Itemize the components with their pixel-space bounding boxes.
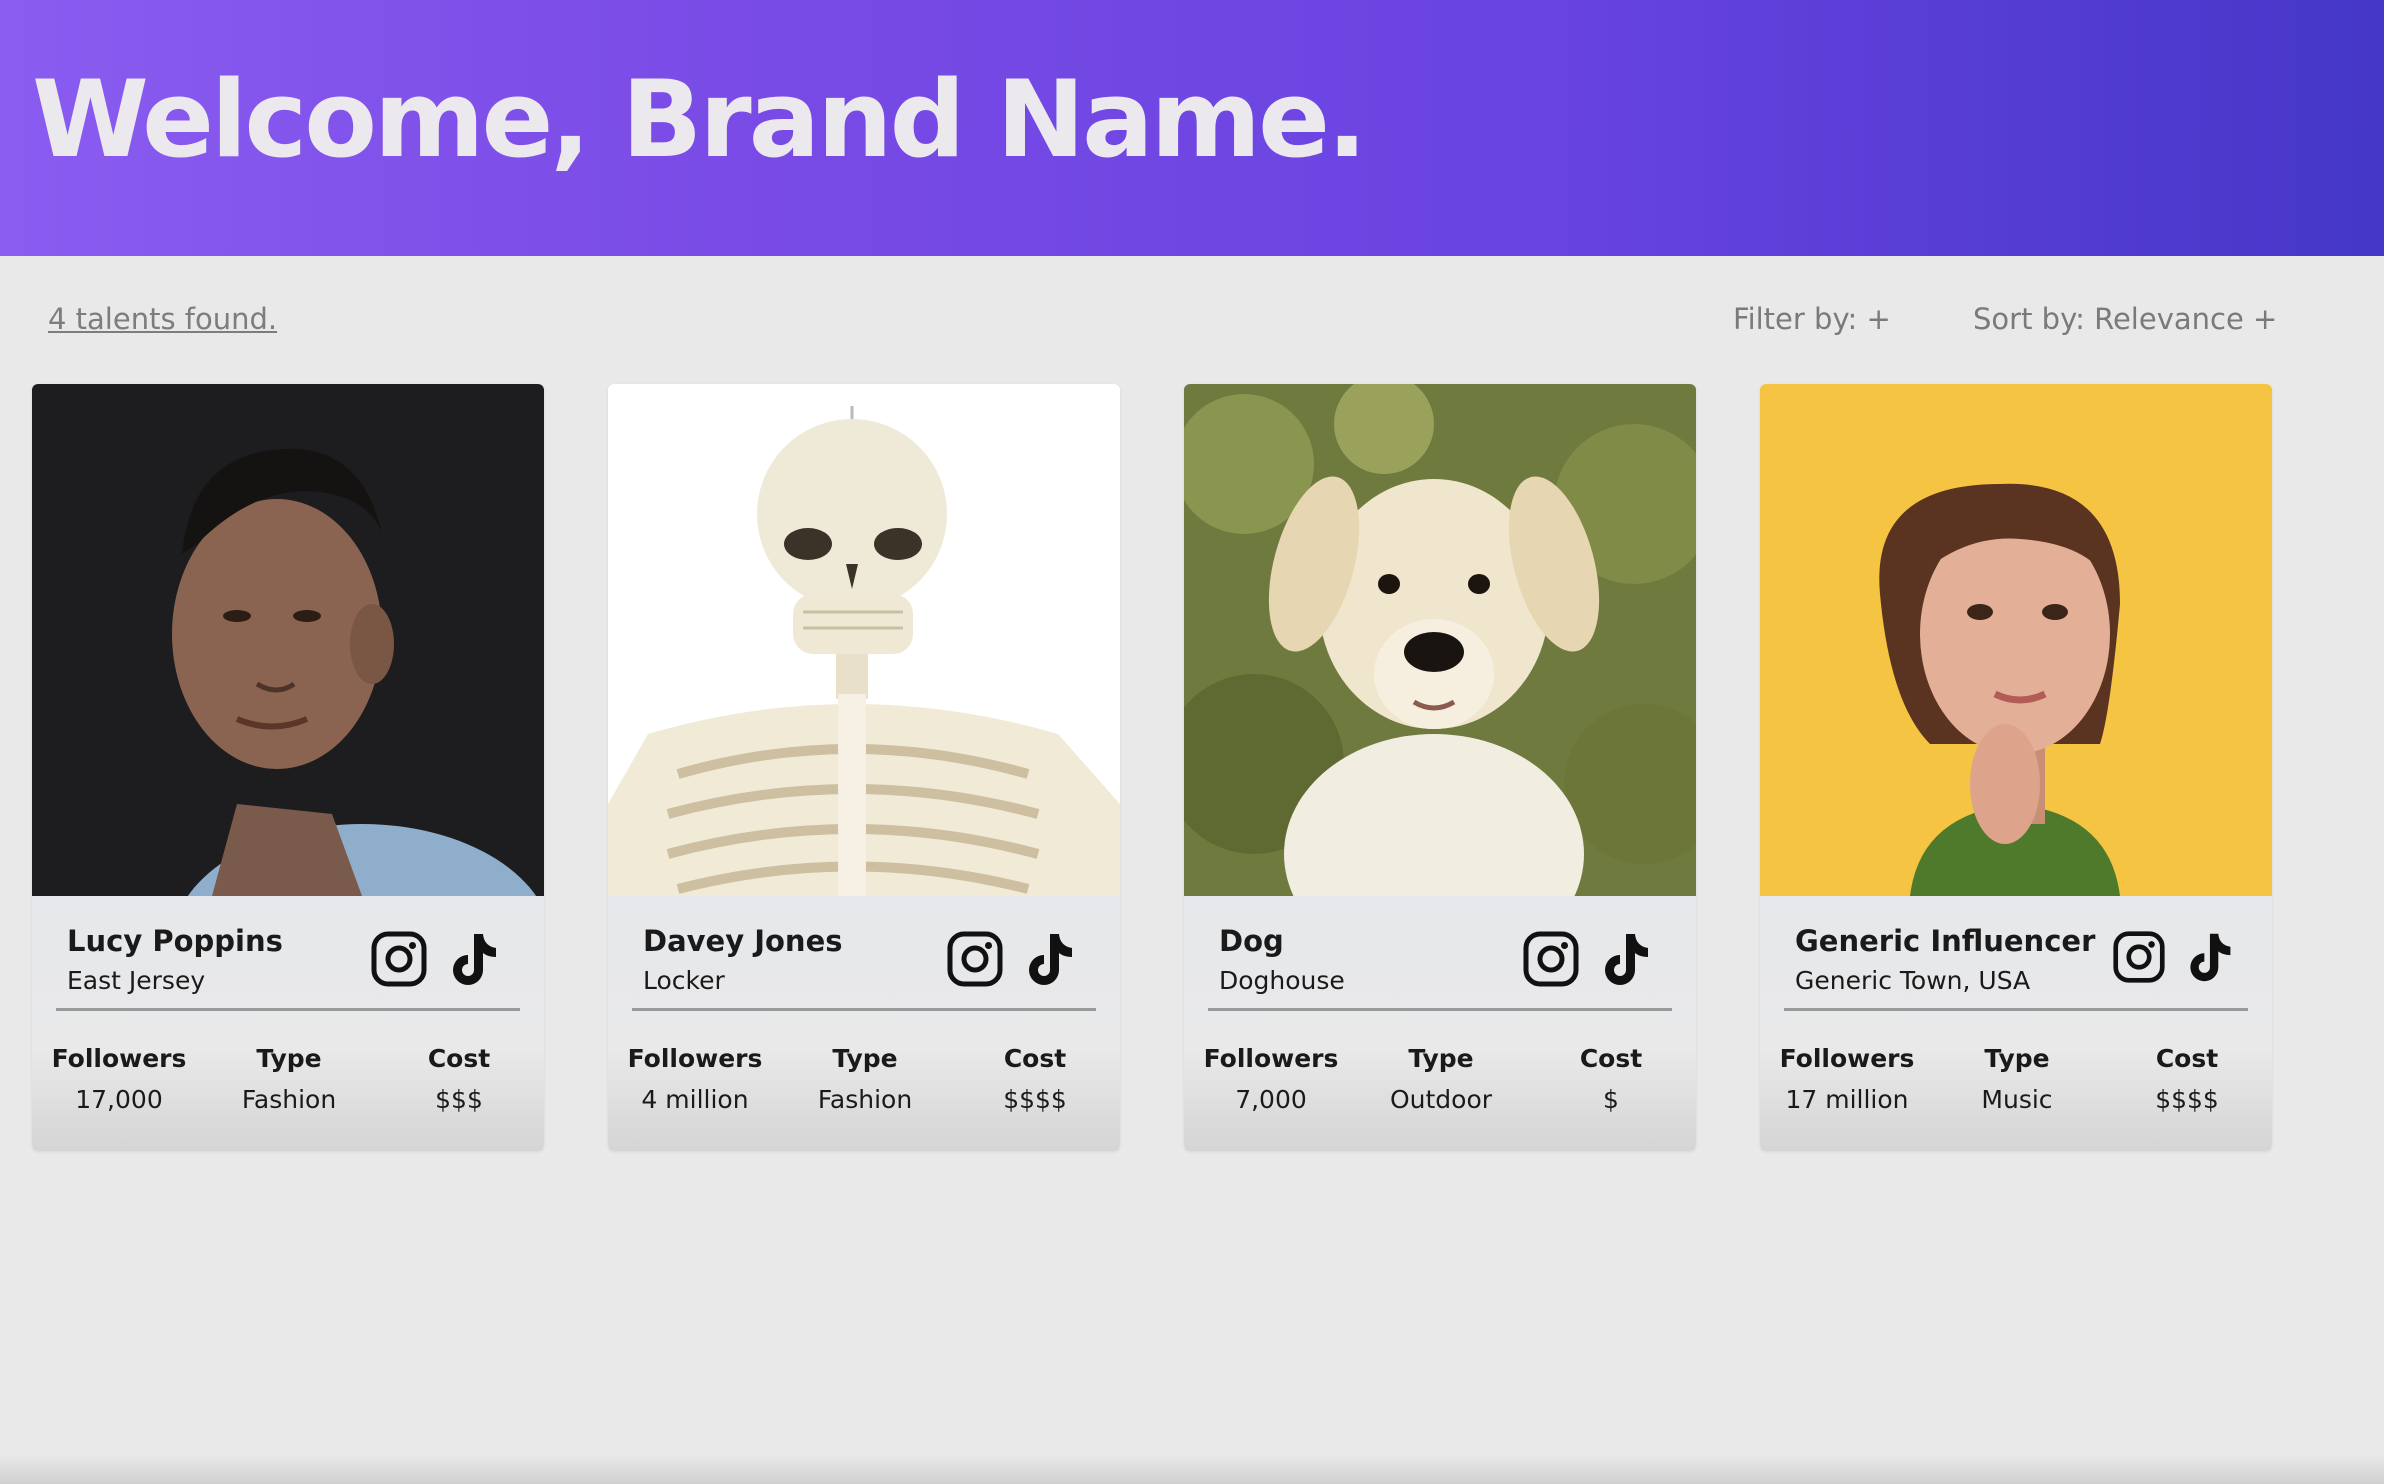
results-toolbar: 4 talents found. Filter by: + Sort by: R… [0, 298, 2384, 342]
stat-value: Fashion [817, 1085, 913, 1114]
talent-name: Dog [1219, 924, 1284, 958]
stat-value: $$$ [435, 1085, 483, 1114]
talent-card[interactable]: Dog Doghouse Followers 7,000 Type Outdoo… [1184, 384, 1696, 1151]
tiktok-icon[interactable] [1020, 930, 1078, 988]
social-links [370, 930, 502, 988]
stat-value: Fashion [241, 1085, 337, 1114]
talent-location: East Jersey [67, 966, 206, 995]
stat-label: Type [1984, 1044, 2050, 1073]
stat-value: 4 million [641, 1085, 749, 1114]
talent-location: Doghouse [1219, 966, 1345, 995]
stat-label: Followers [627, 1044, 763, 1073]
stat-cost: Cost $$$$ [2102, 1044, 2272, 1114]
instagram-icon[interactable] [2112, 930, 2166, 984]
stat-value: 17,000 [75, 1085, 163, 1114]
window-bottom-edge [0, 1454, 2384, 1484]
stat-label: Cost [1579, 1044, 1643, 1073]
stat-label: Type [1408, 1044, 1474, 1073]
stat-value: $$$$ [1003, 1085, 1067, 1114]
stat-value: Outdoor [1389, 1085, 1493, 1114]
stat-followers: Followers 17,000 [34, 1044, 204, 1114]
stat-label: Type [256, 1044, 322, 1073]
divider [56, 1008, 520, 1011]
stat-label: Cost [1003, 1044, 1067, 1073]
stat-type: Type Fashion [780, 1044, 950, 1114]
stat-cost: Cost $$$ [374, 1044, 544, 1114]
tiktok-icon[interactable] [444, 930, 502, 988]
talent-photo [1184, 384, 1696, 896]
divider [632, 1008, 1096, 1011]
talent-info-panel: Generic Influencer Generic Town, USA Fol… [1760, 896, 2272, 1151]
stat-followers: Followers 4 million [610, 1044, 780, 1114]
welcome-title: Welcome, Brand Name. [32, 58, 1367, 181]
instagram-icon[interactable] [946, 930, 1004, 988]
social-links [2112, 930, 2236, 984]
talent-info-panel: Lucy Poppins East Jersey Followers 17,00… [32, 896, 544, 1151]
divider [1208, 1008, 1672, 1011]
stat-followers: Followers 17 million [1762, 1044, 1932, 1114]
stat-cost: Cost $$$$ [950, 1044, 1120, 1114]
divider [1784, 1008, 2248, 1011]
stat-value: 7,000 [1235, 1085, 1307, 1114]
instagram-icon[interactable] [370, 930, 428, 988]
talent-photo [32, 384, 544, 896]
stat-value: $$$$ [2155, 1085, 2219, 1114]
stat-label: Followers [51, 1044, 187, 1073]
stat-value: $ [1603, 1085, 1619, 1114]
page-header: Welcome, Brand Name. [0, 0, 2384, 256]
social-links [1522, 930, 1654, 988]
talent-photo [608, 384, 1120, 896]
talent-name: Davey Jones [643, 924, 843, 958]
stat-followers: Followers 7,000 [1186, 1044, 1356, 1114]
sort-button[interactable]: Sort by: Relevance + [1973, 302, 2277, 336]
stat-type: Type Fashion [204, 1044, 374, 1114]
talent-name: Lucy Poppins [67, 924, 283, 958]
stat-type: Type Outdoor [1356, 1044, 1526, 1114]
stat-value: 17 million [1785, 1085, 1909, 1114]
talent-location: Locker [643, 966, 725, 995]
talent-card[interactable]: Lucy Poppins East Jersey Followers 17,00… [32, 384, 544, 1151]
tiktok-icon[interactable] [1596, 930, 1654, 988]
stat-label: Followers [1203, 1044, 1339, 1073]
social-links [946, 930, 1078, 988]
talent-info-panel: Davey Jones Locker Followers 4 million T… [608, 896, 1120, 1151]
stat-label: Type [832, 1044, 898, 1073]
stat-value: Music [1981, 1085, 2053, 1114]
results-count-link[interactable]: 4 talents found. [48, 302, 277, 336]
filter-button[interactable]: Filter by: + [1733, 302, 1891, 336]
talent-card[interactable]: Generic Influencer Generic Town, USA Fol… [1760, 384, 2272, 1151]
stat-label: Cost [2155, 1044, 2219, 1073]
stat-label: Cost [427, 1044, 491, 1073]
stat-cost: Cost $ [1526, 1044, 1696, 1114]
talent-photo [1760, 384, 2272, 896]
talent-location: Generic Town, USA [1795, 966, 2031, 995]
tiktok-icon[interactable] [2182, 930, 2236, 984]
talent-card[interactable]: Davey Jones Locker Followers 4 million T… [608, 384, 1120, 1151]
stat-label: Followers [1779, 1044, 1915, 1073]
stat-type: Type Music [1932, 1044, 2102, 1114]
instagram-icon[interactable] [1522, 930, 1580, 988]
talent-name: Generic Influencer [1795, 924, 2096, 958]
talent-info-panel: Dog Doghouse Followers 7,000 Type Outdoo… [1184, 896, 1696, 1151]
